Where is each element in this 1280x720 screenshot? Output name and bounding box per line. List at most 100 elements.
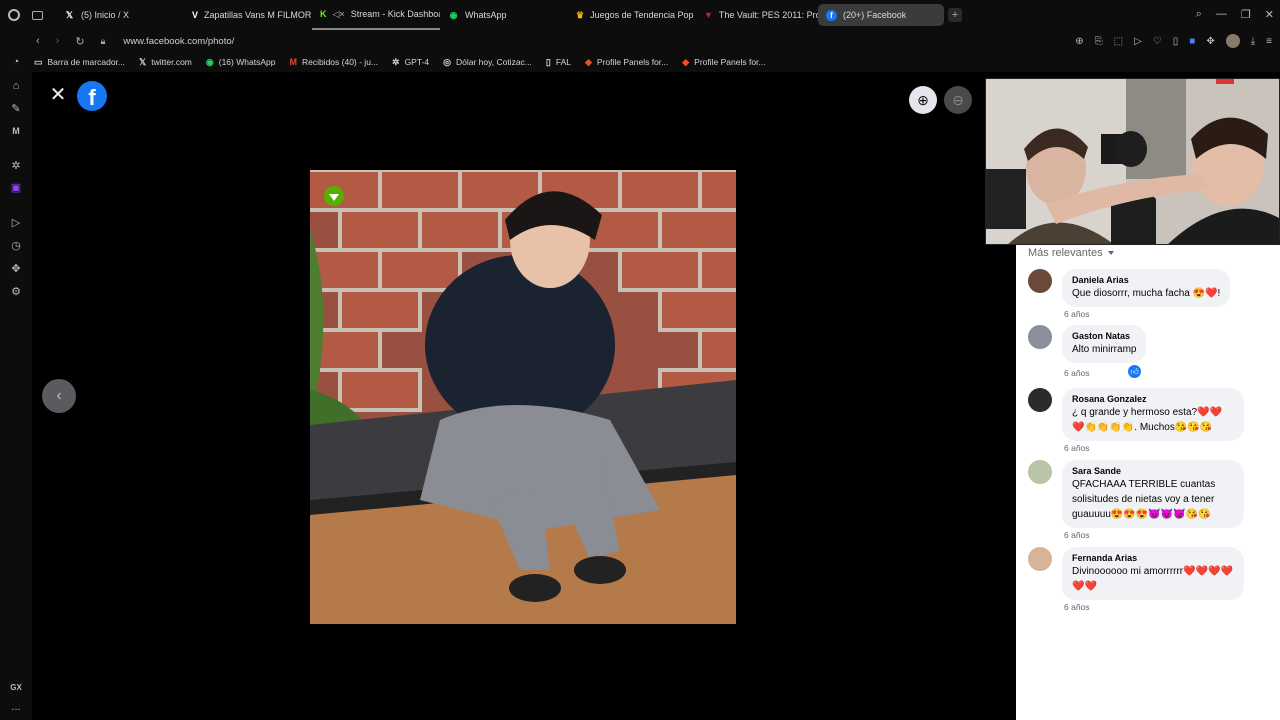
page-icon: ▯ [545,56,551,67]
sort-dropdown[interactable]: Más relevantes [1028,247,1114,259]
comment-time[interactable]: 6 años [1064,309,1090,319]
avatar[interactable] [1028,460,1052,484]
comments-panel: Más relevantes Daniela Arias Que diosorr… [1016,245,1280,720]
gx-label: GX [10,682,22,692]
vpn-icon[interactable]: ▯ [1173,36,1179,47]
comment-time[interactable]: 6 años [1064,368,1090,378]
zoom-icon[interactable]: ⊕ [1075,36,1083,47]
tab-label: Zapatillas Vans M FILMORE [204,10,312,20]
profile-avatar[interactable] [1225,34,1240,48]
bookmark-profile-panels-2[interactable]: ◆ Profile Panels for... [682,57,765,68]
download-icon[interactable]: ⤓ [1251,36,1255,47]
heart-icon[interactable]: ♡ [1153,36,1162,47]
pencil-icon[interactable]: ✎ [9,101,23,115]
speaker-muted-icon[interactable]: ◁× [333,9,345,20]
tab-vans[interactable]: V Zapatillas Vans M FILMORE [184,0,312,30]
tab-x[interactable]: 𝕏 (5) Inicio / X [56,0,184,30]
figma-icon: ◆ [682,56,690,67]
tab-overview-icon[interactable] [32,10,43,20]
twitch-icon[interactable]: ▣ [9,180,23,194]
kick-icon: K [320,9,327,19]
streamer-webcam-overlay [985,78,1280,245]
gx-control-icon[interactable]: ◔ [9,55,23,69]
commenter-name[interactable]: Sara Sande [1072,465,1234,477]
comment-bubble: Daniela Arias Que diosorrr, mucha facha … [1062,269,1231,307]
address-bar-row: ‹ › ↻ 🔒︎ www.facebook.com/photo/ ⊕ ⎘ ⬚ ▷… [0,30,1280,52]
comment-text: QFACHAAA TERRIBLE cuantas solisitudes de… [1072,479,1216,520]
previous-photo-button[interactable]: ‹ [42,379,76,413]
comment-time[interactable]: 6 años [1064,443,1090,453]
bookmark-fal[interactable]: ▯ FAL [546,57,571,68]
avatar[interactable] [1028,269,1052,293]
gx-cleaner-icon[interactable]: ⌂ [9,79,23,93]
snapshot-icon[interactable]: ⬚ [1114,36,1123,47]
commenter-name[interactable]: Rosana Gonzalez [1072,393,1234,405]
avatar[interactable] [1028,388,1052,412]
zoom-in-icon: ⊕ [917,91,929,108]
bookmark-profile-panels-1[interactable]: ◆ Profile Panels for... [585,57,668,68]
avatar[interactable] [1028,547,1052,571]
reload-icon[interactable]: ↻ [75,35,84,48]
close-window-icon[interactable]: ✕ [1265,8,1274,21]
tab-kick[interactable]: K ◁× Stream - Kick Dashboard [312,0,440,30]
extensions-side-icon[interactable]: ✥ [9,261,23,275]
close-viewer-icon[interactable]: ✕ [48,84,68,106]
forward-icon[interactable]: › [56,35,60,47]
back-icon[interactable]: ‹ [36,35,40,47]
commenter-name[interactable]: Gaston Natas [1072,330,1136,342]
zoom-out-button[interactable]: ⊖ [944,86,972,114]
extensions-icon[interactable]: ✥ [1206,36,1214,47]
like-reaction-icon[interactable]: 👍︎ [1128,365,1141,378]
comment-text: Que diosorrr, mucha facha 😍❤️! [1072,288,1221,299]
menu-icon[interactable]: ≡ [1266,36,1272,47]
bookmark-folder[interactable]: ▭ Barra de marcador... [34,57,125,68]
tab-facebook[interactable]: f (20+) Facebook [818,4,944,26]
tab-label: (5) Inicio / X [81,10,130,20]
lock-icon: 🔒︎ [100,35,106,46]
avatar[interactable] [1028,325,1052,349]
nav-buttons: ‹ › ↻ 🔒︎ [0,35,105,48]
search-tabs-icon[interactable]: ⌕ [1196,8,1202,21]
zoom-in-button[interactable]: ⊕ [909,86,937,114]
comment-time[interactable]: 6 años [1064,602,1090,612]
tab-label: WhatsApp [465,10,507,20]
history-icon[interactable]: ◷ [9,238,23,252]
bookmark-twitter[interactable]: 𝕏twitter.com [139,57,192,68]
tab-whatsapp[interactable]: ◉ WhatsApp [440,0,568,30]
globe-icon: ◎ [443,56,451,67]
settings-gear-icon[interactable]: ⚙ [9,284,23,298]
opera-gx-logo-icon[interactable] [8,9,20,21]
bookmark-label: Barra de marcador... [47,57,125,67]
minimize-icon[interactable]: — [1216,8,1227,21]
facebook-logo[interactable]: f [77,81,107,111]
tab-label: Juegos de Tendencia Pop [590,10,694,20]
gpt-icon: ✲ [392,56,400,67]
player-icon[interactable]: ▷ [9,215,23,229]
bookmark-gpt4[interactable]: ✲ GPT-4 [392,57,429,68]
bookmark-whatsapp[interactable]: ◉ (16) WhatsApp [206,57,276,68]
play-icon[interactable]: ▷ [1134,36,1142,47]
webcam-illustration [986,79,1279,244]
bookmarks-bar: ▭ Barra de marcador... 𝕏twitter.com ◉ (16)… [0,52,1280,72]
comment-time[interactable]: 6 años [1064,530,1090,540]
bookmark-dolar[interactable]: ◎ Dólar hoy, Cotizac... [443,57,532,68]
gmail-side-icon[interactable]: M [9,124,23,138]
extension-blue-icon[interactable]: ■ [1189,36,1195,47]
new-tab-button[interactable]: + [948,8,962,22]
commenter-name[interactable]: Fernanda Arias [1072,552,1234,564]
tab-vault[interactable]: ▼ The Vault: PES 2011: Pro E [696,0,818,30]
address-input[interactable]: www.facebook.com/photo/ [123,36,234,47]
tab-juegos[interactable]: ♛ Juegos de Tendencia Pop [568,0,696,30]
facebook-icon: f [826,9,837,21]
main-photo [310,170,736,624]
comment: Fernanda Arias Divinoooooo mi amorrrrrr❤… [1028,547,1244,600]
more-options-icon[interactable]: ... [9,700,23,714]
system-buttons [0,9,56,21]
commenter-name[interactable]: Daniela Arias [1072,274,1220,286]
chatgpt-icon[interactable]: ✲ [9,158,23,172]
bookmark-icon[interactable]: ⎘ [1095,36,1103,47]
restore-icon[interactable]: ❐ [1241,8,1251,21]
bookmark-label: Recibidos (40) - ju... [301,57,379,67]
browser-sidebar: ◔ ⌂ ✎ M ✲ ▣ ▷ ◷ ✥ ⚙ GX ... [0,52,32,720]
bookmark-gmail[interactable]: M Recibidos (40) - ju... [289,57,378,67]
